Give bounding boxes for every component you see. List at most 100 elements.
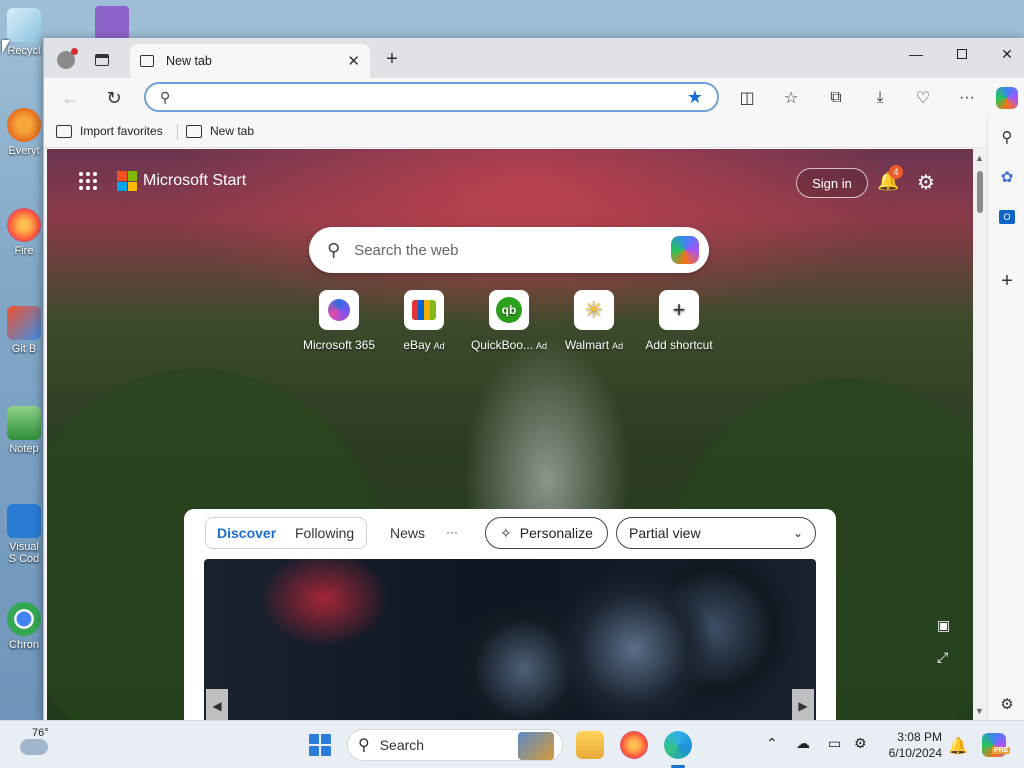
- carousel-next-button[interactable]: ▶: [792, 689, 814, 720]
- divider: [177, 124, 178, 140]
- sidebar-settings-icon[interactable]: ⚙: [996, 693, 1018, 715]
- new-tab-button[interactable]: +: [380, 48, 404, 71]
- clock[interactable]: 3:08 PM 6/10/2024: [884, 729, 942, 761]
- shortcut-walmart[interactable]: ✳ Walmart Ad: [549, 290, 639, 352]
- more-menu-icon[interactable]: ···: [954, 86, 980, 110]
- toolbar: ← ↻ ⚲ ★ ◫ ☆ ⧉ ⤓ ♡ ···: [44, 78, 1024, 116]
- weather-widget[interactable]: 76°: [20, 727, 54, 761]
- search-icon: ⚲: [160, 88, 171, 105]
- firefox-taskbar-icon[interactable]: [620, 731, 648, 759]
- profile-button[interactable]: [52, 46, 80, 74]
- more-tabs-button[interactable]: ···: [446, 525, 458, 539]
- copilot-icon[interactable]: [671, 236, 699, 264]
- favorite-new-tab[interactable]: New tab: [186, 124, 254, 138]
- split-screen-icon[interactable]: ◫: [734, 86, 760, 110]
- copilot-taskbar-icon[interactable]: PRE: [982, 733, 1011, 757]
- import-favorites-link[interactable]: Import favorites: [56, 124, 163, 138]
- image-info-icon[interactable]: ▣: [937, 617, 950, 634]
- brand-title[interactable]: Microsoft Start: [143, 172, 246, 190]
- web-search-box[interactable]: ⚲: [309, 227, 709, 273]
- close-tab-icon[interactable]: ✕: [347, 52, 360, 70]
- ad-label: Ad: [433, 341, 445, 351]
- sidebar-add-icon[interactable]: +: [996, 270, 1018, 292]
- view-select[interactable]: Partial view ⌄: [616, 517, 816, 549]
- ms-start-header: Microsoft Start: [79, 171, 246, 191]
- sidebar-search-icon[interactable]: ⚲: [996, 126, 1018, 148]
- onedrive-icon[interactable]: ☁: [796, 735, 810, 752]
- favorites-icon[interactable]: ☆: [778, 86, 804, 110]
- tab-news[interactable]: News: [390, 525, 425, 541]
- ad-label: Ad: [536, 341, 548, 351]
- taskbar-search-label: Search: [379, 737, 425, 753]
- time: 3:08 PM: [897, 730, 942, 744]
- taskbar-search[interactable]: ⚲ Search: [347, 729, 563, 761]
- tab-following[interactable]: Following: [295, 525, 354, 541]
- maximize-button[interactable]: [939, 38, 985, 70]
- desktop-icon-firefox[interactable]: Fire: [4, 208, 44, 257]
- back-button[interactable]: ←: [56, 84, 84, 112]
- carousel-prev-button[interactable]: ◀: [206, 689, 228, 720]
- shortcut-add[interactable]: + Add shortcut: [634, 290, 724, 352]
- notification-bell-icon[interactable]: 🔔: [948, 736, 968, 756]
- minimize-button[interactable]: —: [893, 38, 939, 70]
- apps-grid-icon[interactable]: [79, 172, 97, 190]
- start-button[interactable]: [309, 734, 331, 756]
- edge-taskbar-icon[interactable]: [664, 731, 692, 759]
- web-search-input[interactable]: [354, 241, 671, 259]
- address-input[interactable]: [178, 84, 717, 110]
- refresh-button[interactable]: ↻: [100, 84, 128, 112]
- desktop-icon-everything[interactable]: Everyt: [4, 108, 44, 157]
- chevron-down-icon: ⌄: [792, 526, 803, 540]
- page-icon: [186, 124, 202, 138]
- expand-icon[interactable]: ⤢: [937, 649, 948, 666]
- close-window-button[interactable]: ✕: [984, 38, 1024, 70]
- downloads-icon[interactable]: ⤓: [867, 86, 893, 110]
- tray-overflow-icon[interactable]: ⌃: [766, 735, 778, 752]
- favorite-new-tab-label: New tab: [210, 124, 255, 138]
- page-scrollbar[interactable]: ▲ ▼: [973, 149, 987, 720]
- display-icon[interactable]: ▭: [828, 735, 841, 752]
- ebay-icon: [404, 290, 444, 330]
- shortcut-quickbooks[interactable]: qb QuickBoo... Ad: [464, 290, 554, 352]
- git-bash-icon: [7, 306, 41, 340]
- file-explorer-icon[interactable]: [576, 731, 604, 759]
- maximize-icon: [957, 49, 967, 59]
- page-settings-gear-icon[interactable]: ⚙: [917, 170, 935, 195]
- notifications-bell-icon[interactable]: 🔔 4: [877, 165, 903, 192]
- feed-hero-image[interactable]: ◀ ▶: [204, 559, 816, 720]
- address-bar[interactable]: ⚲ ★: [144, 82, 719, 112]
- desktop-icon-label: Fire: [14, 245, 34, 257]
- scroll-up-icon[interactable]: ▲: [975, 153, 984, 163]
- desktop-icon-vscode[interactable]: Visual S Cod: [4, 504, 44, 565]
- collections-icon[interactable]: ⧉: [823, 86, 849, 110]
- desktop-icon-chrome[interactable]: Chron: [4, 602, 44, 651]
- edge-sidebar: ⚲ ✿ O + ⚙: [987, 116, 1024, 720]
- tab-actions-button[interactable]: [88, 46, 116, 74]
- personalize-button[interactable]: ✧ Personalize: [485, 517, 608, 549]
- network-icon[interactable]: ⚙: [854, 735, 867, 752]
- microsoft-365-icon: [319, 290, 359, 330]
- shortcut-microsoft-365[interactable]: Microsoft 365: [294, 290, 384, 352]
- browser-essentials-icon[interactable]: ♡: [910, 86, 936, 110]
- firefox-icon: [7, 208, 41, 242]
- desktop-icon-git-bash[interactable]: Git B: [4, 306, 44, 355]
- mouse-cursor-icon: [2, 40, 10, 54]
- desktop-icon-recycle-bin[interactable]: Recycl: [4, 8, 44, 57]
- tab-new-tab[interactable]: New tab ✕: [130, 44, 370, 78]
- copilot-icon[interactable]: [994, 86, 1020, 110]
- personalize-label: Personalize: [519, 525, 593, 541]
- desktop-icon-notepad[interactable]: Notep: [4, 406, 44, 455]
- vscode-icon: [7, 504, 41, 538]
- desktop-icon-label: Visual S Cod: [8, 541, 40, 565]
- cloud-icon: [20, 739, 48, 755]
- scroll-thumb[interactable]: [977, 171, 983, 213]
- sidebar-copilot-icon[interactable]: ✿: [996, 166, 1018, 188]
- favorite-star-icon[interactable]: ★: [687, 87, 703, 108]
- sidebar-outlook-icon[interactable]: O: [996, 206, 1018, 228]
- search-icon: ⚲: [358, 737, 370, 754]
- shortcut-ebay[interactable]: eBay Ad: [379, 290, 469, 352]
- sign-in-button[interactable]: Sign in: [796, 168, 868, 198]
- favorites-bar: Import favorites New tab: [44, 116, 1024, 148]
- scroll-down-icon[interactable]: ▼: [975, 706, 984, 716]
- tab-discover[interactable]: Discover: [217, 525, 276, 541]
